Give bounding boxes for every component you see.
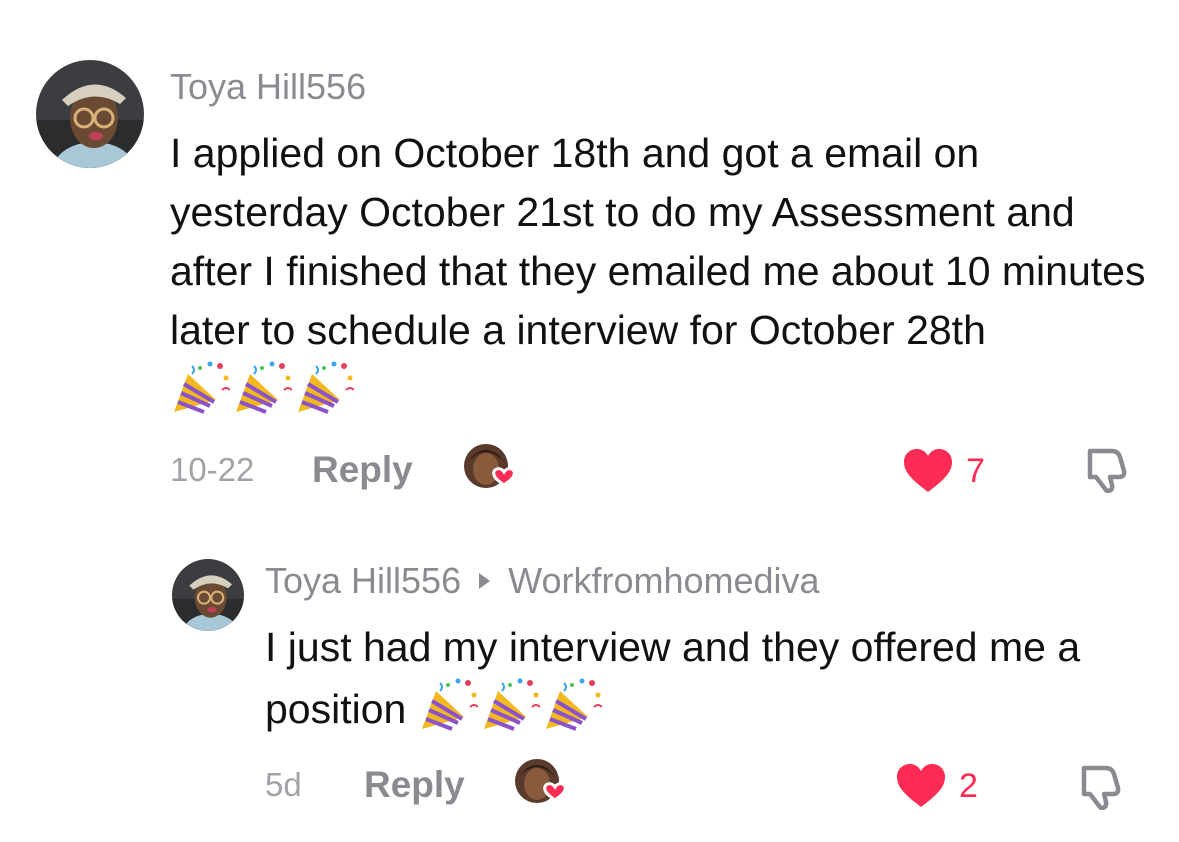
creator-liked-badge — [462, 442, 518, 498]
avatar[interactable] — [36, 60, 144, 168]
reply-button[interactable]: Reply — [312, 448, 413, 492]
avatar[interactable] — [172, 559, 244, 631]
replied-to-username[interactable]: Workfromhomediva — [508, 559, 819, 603]
dislike-button[interactable] — [1082, 445, 1130, 494]
dislike-icon — [1081, 765, 1121, 811]
comment-text: I applied on October 18th and got a emai… — [170, 124, 1160, 430]
comment-text-body: I applied on October 18th and got a emai… — [170, 130, 1146, 353]
party-popper-emoji-group — [420, 677, 606, 747]
like-button[interactable]: 7 — [902, 448, 985, 494]
party-popper-icon — [421, 678, 478, 731]
party-popper-icon — [174, 361, 230, 414]
comment-username[interactable]: Toya Hill556 — [265, 559, 461, 603]
party-popper-icon — [483, 678, 540, 731]
dislike-icon — [1087, 448, 1127, 494]
heart-icon — [897, 764, 945, 807]
like-button[interactable]: 2 — [895, 763, 978, 809]
party-popper-icon — [545, 678, 602, 731]
reply-button[interactable]: Reply — [364, 763, 465, 807]
reply-arrow-icon — [479, 573, 491, 589]
comment-date: 5d — [265, 766, 302, 803]
party-popper-emoji-group — [172, 360, 358, 430]
party-popper-icon — [298, 361, 354, 414]
party-popper-icon — [236, 361, 292, 414]
like-count: 7 — [966, 452, 985, 490]
like-count: 2 — [959, 767, 978, 805]
reply-header: Toya Hill556 Workfromhomediva — [265, 559, 820, 603]
comment-thread: Toya Hill556 I applied on October 18th a… — [0, 0, 1179, 842]
creator-liked-badge — [513, 757, 569, 813]
dislike-button[interactable] — [1076, 762, 1124, 811]
comment-date: 10-22 — [170, 451, 255, 488]
comment-text-body: I just had my interview and they offered… — [265, 624, 1081, 732]
heart-icon — [904, 449, 952, 492]
comment-text: I just had my interview and they offered… — [265, 618, 1145, 747]
comment-username[interactable]: Toya Hill556 — [170, 65, 366, 109]
